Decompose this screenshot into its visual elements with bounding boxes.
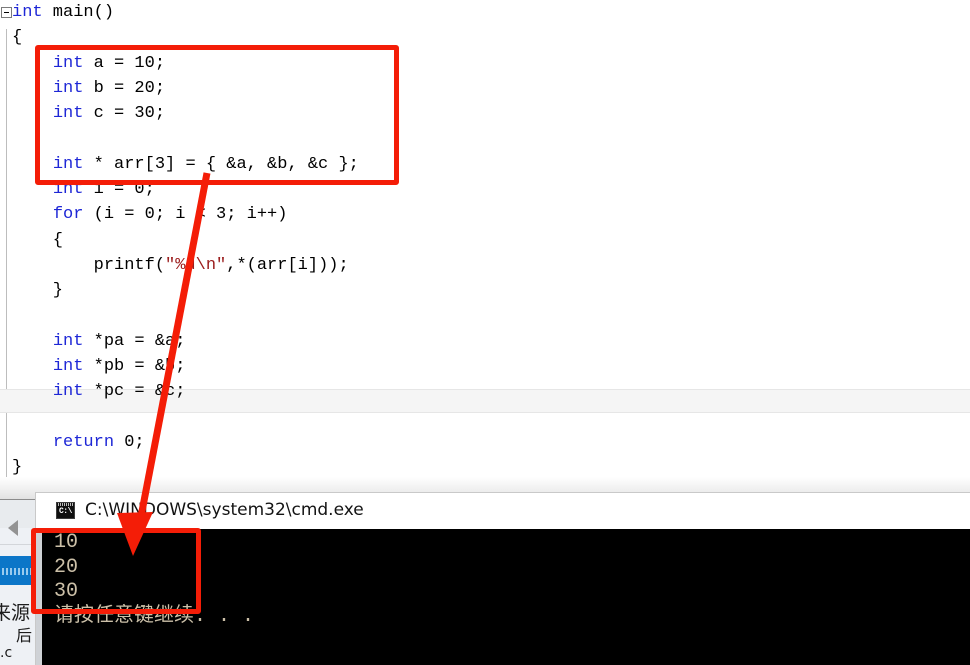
code-token: int [52,154,84,174]
code-token: i = 0; [83,180,155,200]
code-token: int [12,3,43,22]
code-token: return [52,433,115,453]
back-arrow-icon[interactable] [8,520,18,536]
code-token: for [52,205,84,225]
code-token: printf( [12,255,166,275]
console-title-text: C:\WINDOWS\system32\cmd.exe [85,500,364,520]
code-line[interactable]: int *pc = &c; [0,379,970,404]
code-line[interactable]: int * arr[3] = { &a, &b, &c }; [0,152,970,177]
code-token: *pb = &b; [83,357,186,377]
code-line[interactable]: { [0,228,970,253]
cmd-icon: C:\ [56,502,75,519]
code-line[interactable]: for (i = 0; i < 3; i++) [0,202,970,227]
code-token: int [52,357,84,377]
code-token: * arr[3] = { &a, &b, &c }; [83,154,359,174]
code-line[interactable]: int *pa = &a; [0,329,970,354]
code-editor[interactable]: int main() { int a = 10; int b = 20; int … [0,0,970,500]
code-line[interactable]: int c = 30; [0,101,970,126]
code-token: c = 30; [83,104,166,124]
code-line[interactable]: int *pb = &b; [0,354,970,379]
code-token: int [52,78,84,98]
code-line[interactable]: return 0; [0,430,970,455]
code-token: { [12,28,23,48]
console-output-area[interactable]: 10 20 30 请按任意键继续. . . [42,529,970,665]
code-token: ,*(arr[i])); [226,255,349,275]
code-line[interactable] [0,304,970,329]
console-output-text: 10 20 30 请按任意键继续. . . [54,531,255,628]
code-token: { [12,230,64,250]
left-panel-text-1: 来源 [0,602,31,624]
code-token: 0; [114,433,145,453]
code-line[interactable]: int main() [0,0,970,25]
code-token: } [12,281,64,301]
code-token: "%d\n" [165,255,227,275]
code-line[interactable]: } [0,278,970,303]
code-token: int [52,180,84,200]
code-line[interactable] [0,405,970,430]
code-token: *pa = &a; [83,331,186,351]
console-title-bar[interactable]: C:\ C:\WINDOWS\system32\cmd.exe [36,493,970,529]
code-token: int [52,53,84,73]
code-token: *pc = &c; [83,382,186,402]
code-token: int [52,331,84,351]
code-line[interactable]: { [0,25,970,50]
code-token: (i = 0; i < 3; i++) [83,205,288,225]
code-token: int [52,104,84,124]
code-line[interactable] [0,126,970,151]
code-line[interactable]: int a = 10; [0,51,970,76]
code-token: b = 20; [83,78,166,98]
code-token: int [52,382,84,402]
code-line[interactable]: printf("%d\n",*(arr[i])); [0,253,970,278]
cmd-console-window[interactable]: C:\ C:\WINDOWS\system32\cmd.exe 10 20 30… [36,493,970,665]
cmd-icon-label: C:\ [59,507,72,516]
code-line[interactable]: int i = 0; [0,177,970,202]
code-token: main() [42,3,115,22]
code-line[interactable]: int b = 20; [0,76,970,101]
left-panel-text-2: 后 [16,626,33,645]
code-token: } [12,458,23,478]
code-text-area[interactable]: int main() { int a = 10; int b = 20; int … [0,0,970,481]
left-panel-text-3: .c [0,645,13,661]
code-token: a = 10; [83,53,166,73]
